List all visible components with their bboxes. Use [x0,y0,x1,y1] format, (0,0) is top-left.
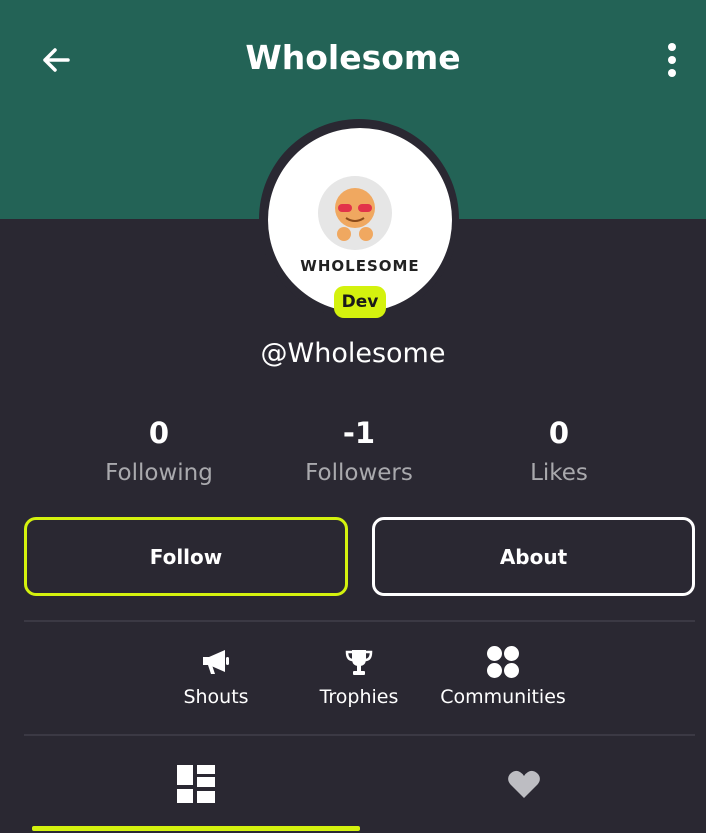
divider [24,620,695,622]
trophy-icon [345,650,373,675]
stat-followers-value: -1 [342,416,376,450]
megaphone-icon [203,650,229,674]
stat-following[interactable]: 0 Following [49,416,269,486]
stat-likes-value: 0 [548,416,570,450]
stat-followers[interactable]: -1 Followers [249,416,469,486]
heart-icon [508,770,540,798]
trophies-button[interactable]: Trophies [284,644,434,708]
more-vertical-icon [668,43,676,77]
selected-tab-indicator [32,826,360,831]
stat-likes[interactable]: 0 Likes [449,416,669,486]
avatar[interactable]: Wholesome [268,128,452,312]
tab-liked[interactable] [360,738,688,830]
page-title: Wholesome [245,38,461,77]
tab-posts-grid[interactable] [32,738,360,830]
stat-followers-label: Followers [305,460,413,486]
avatar-logo-text: Wholesome [300,257,420,275]
stat-following-label: Following [105,460,213,486]
stat-likes-label: Likes [530,460,588,486]
communities-label: Communities [440,686,566,708]
communities-icon [487,646,519,678]
more-options-button[interactable] [652,40,692,80]
username: @Wholesome [260,338,446,369]
dev-badge: Dev [334,286,386,318]
shouts-button[interactable]: Shouts [141,644,291,708]
about-button[interactable]: About [372,517,695,596]
avatar-character-image [318,176,392,250]
trophies-label: Trophies [319,686,399,708]
divider [24,734,695,736]
communities-button[interactable]: Communities [428,644,578,708]
stat-following-value: 0 [148,416,170,450]
follow-button[interactable]: Follow [24,517,348,596]
shouts-label: Shouts [183,686,249,708]
grid-icon [177,765,215,803]
